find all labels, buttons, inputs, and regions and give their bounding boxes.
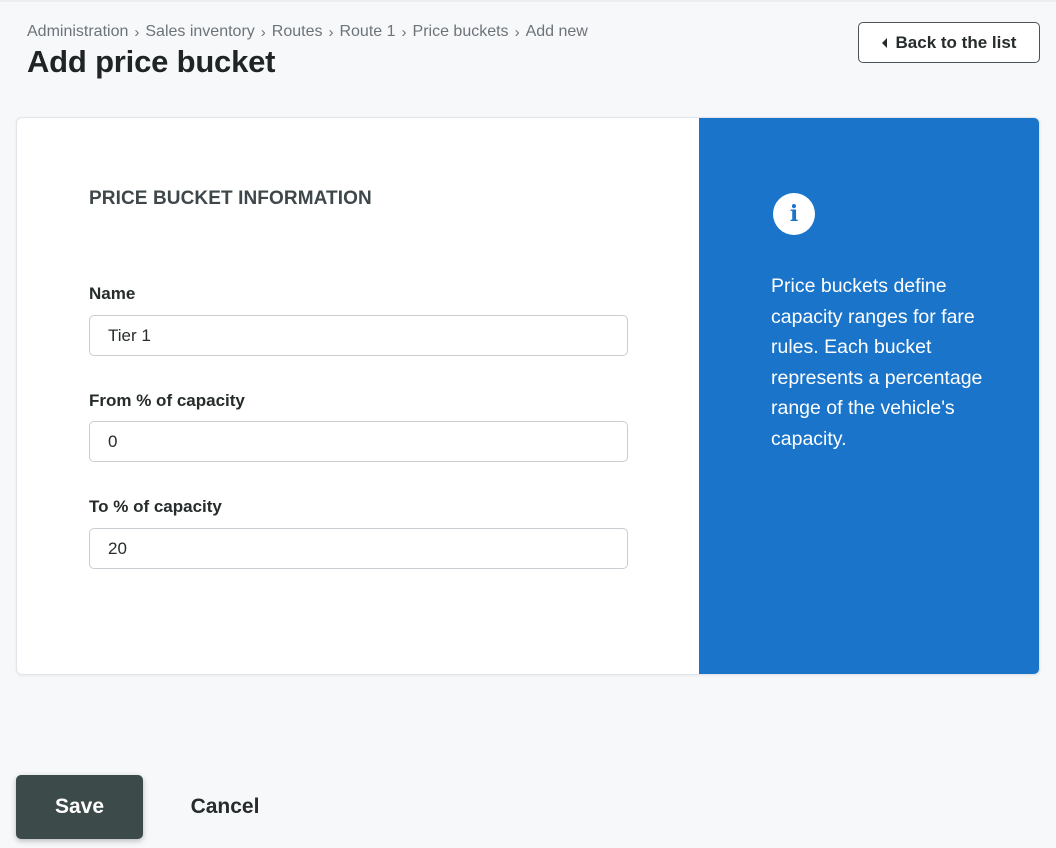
breadcrumb-add-new: Add new [525, 23, 588, 40]
breadcrumb-separator: › [134, 23, 140, 41]
top-divider [0, 0, 1056, 2]
section-title: PRICE BUCKET INFORMATION [89, 188, 372, 209]
info-text: Price buckets define capacity ranges for… [771, 275, 983, 450]
breadcrumb-price-buckets[interactable]: Price buckets [413, 23, 509, 41]
caret-left-icon [881, 37, 887, 48]
breadcrumb-routes[interactable]: Routes [272, 23, 323, 41]
to-capacity-label: To % of capacity [89, 497, 222, 516]
breadcrumb-separator: › [328, 23, 334, 41]
breadcrumb-separator: › [401, 23, 407, 41]
back-to-list-label: Back to the list [895, 32, 1017, 52]
breadcrumb-separator: › [260, 23, 266, 41]
from-capacity-input[interactable] [89, 421, 628, 462]
info-panel: i Price buckets define capacity ranges f… [699, 118, 1039, 674]
info-icon: i [773, 193, 815, 235]
breadcrumb-sales-inventory[interactable]: Sales inventory [145, 23, 254, 41]
back-to-list-button[interactable]: Back to the list [858, 22, 1040, 63]
from-capacity-label: From % of capacity [89, 391, 245, 410]
price-bucket-card: PRICE BUCKET INFORMATION Name From % of … [16, 117, 1040, 675]
breadcrumb: Administration › Sales inventory › Route… [27, 23, 588, 41]
breadcrumb-separator: › [514, 23, 520, 41]
save-button[interactable]: Save [16, 775, 143, 839]
name-label: Name [89, 284, 136, 303]
name-input[interactable] [89, 315, 628, 356]
to-capacity-input[interactable] [89, 528, 628, 569]
cancel-button[interactable]: Cancel [170, 775, 280, 839]
page-title: Add price bucket [27, 44, 276, 79]
breadcrumb-administration[interactable]: Administration [27, 23, 128, 41]
breadcrumb-route-1[interactable]: Route 1 [339, 23, 395, 41]
